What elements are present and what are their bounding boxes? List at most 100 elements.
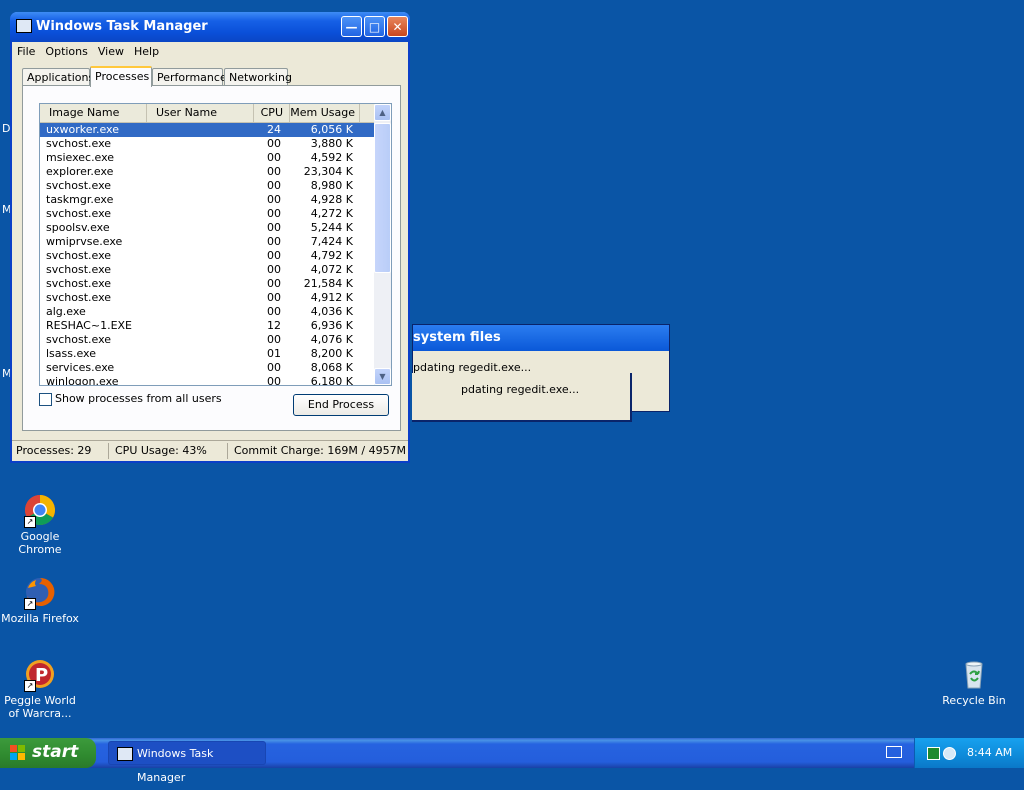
process-name: spoolsv.exe bbox=[46, 221, 110, 234]
vertical-scrollbar[interactable]: ▲ ▼ bbox=[374, 104, 391, 385]
task-manager-window: Windows Task Manager — □ ✕ File Options Vi… bbox=[10, 12, 410, 463]
process-name: svchost.exe bbox=[46, 207, 112, 220]
volume-icon[interactable] bbox=[943, 747, 956, 760]
process-name: svchost.exe bbox=[46, 179, 112, 192]
process-cpu: 00 bbox=[267, 235, 281, 248]
firefox-icon: ↗ bbox=[24, 576, 56, 610]
scroll-up-arrow-icon[interactable]: ▲ bbox=[374, 104, 391, 121]
process-mem-usage: 3,880 K bbox=[310, 137, 353, 150]
process-mem-usage: 4,076 K bbox=[310, 333, 353, 346]
process-mem-usage: 4,912 K bbox=[310, 291, 353, 304]
scroll-down-arrow-icon[interactable]: ▼ bbox=[374, 368, 391, 385]
process-cpu: 24 bbox=[267, 123, 281, 136]
taskbar: start Windows Task Manager 8:44 AM bbox=[0, 738, 1024, 784]
column-header-user-name[interactable]: User Name bbox=[147, 104, 254, 122]
checkbox-box[interactable] bbox=[39, 392, 52, 406]
desktop-icon-label-line1: Peggle World bbox=[4, 694, 76, 707]
desktop-icon-mozilla-firefox[interactable]: ↗ Mozilla Firefox bbox=[0, 576, 80, 625]
process-name: svchost.exe bbox=[46, 291, 112, 304]
process-cpu: 01 bbox=[267, 347, 281, 360]
process-name: explorer.exe bbox=[46, 165, 114, 178]
start-button[interactable]: start bbox=[0, 738, 96, 768]
clock[interactable]: 8:44 AM bbox=[967, 746, 1012, 759]
menu-options[interactable]: Options bbox=[40, 42, 92, 61]
process-row[interactable]: msiexec.exe 00 4,592 K bbox=[40, 151, 374, 165]
column-header-mem-usage[interactable]: Mem Usage bbox=[290, 104, 360, 122]
process-cpu: 00 bbox=[267, 151, 281, 164]
process-row[interactable]: svchost.exe 00 21,584 K bbox=[40, 277, 374, 291]
process-row[interactable]: svchost.exe 00 4,072 K bbox=[40, 263, 374, 277]
process-row[interactable]: winlogon.exe 00 6,180 K bbox=[40, 375, 374, 386]
process-list[interactable]: Image Name User Name CPU Mem Usage uxwor… bbox=[39, 103, 392, 386]
status-processes: Processes: 29 bbox=[16, 444, 92, 457]
end-process-button[interactable]: End Process bbox=[293, 394, 389, 416]
process-row[interactable]: lsass.exe 01 8,200 K bbox=[40, 347, 374, 361]
start-label: start bbox=[32, 742, 79, 762]
status-cpu-usage: CPU Usage: 43% bbox=[115, 444, 207, 457]
process-row[interactable]: explorer.exe 00 23,304 K bbox=[40, 165, 374, 179]
desktop-icon-label-line2: of Warcra... bbox=[8, 707, 72, 720]
process-row[interactable]: svchost.exe 00 4,792 K bbox=[40, 249, 374, 263]
column-header-cpu[interactable]: CPU bbox=[254, 104, 290, 122]
desktop-icon-peggle[interactable]: P ↗ Peggle World of Warcra... bbox=[0, 658, 80, 720]
process-mem-usage: 4,592 K bbox=[310, 151, 353, 164]
menu-bar: File Options View Help bbox=[12, 42, 408, 61]
process-row[interactable]: RESHAC~1.EXE 12 6,936 K bbox=[40, 319, 374, 333]
process-mem-usage: 4,272 K bbox=[310, 207, 353, 220]
process-name: uxworker.exe bbox=[46, 123, 119, 136]
process-row[interactable]: taskmgr.exe 00 4,928 K bbox=[40, 193, 374, 207]
process-row[interactable]: svchost.exe 00 4,076 K bbox=[40, 333, 374, 347]
task-manager-icon bbox=[16, 19, 32, 33]
process-mem-usage: 4,928 K bbox=[310, 193, 353, 206]
process-row[interactable]: wmiprvse.exe 00 7,424 K bbox=[40, 235, 374, 249]
show-all-users-checkbox[interactable]: Show processes from all users bbox=[39, 392, 222, 406]
tab-applications[interactable]: Applications bbox=[22, 68, 94, 86]
process-cpu: 00 bbox=[267, 277, 281, 290]
shortcut-arrow-icon: ↗ bbox=[24, 516, 36, 528]
desktop-icon-recycle-bin[interactable]: Recycle Bin bbox=[934, 658, 1014, 707]
tab-performance[interactable]: Performance bbox=[152, 68, 227, 86]
process-row[interactable]: svchost.exe 00 8,980 K bbox=[40, 179, 374, 193]
process-mem-usage: 8,200 K bbox=[310, 347, 353, 360]
desktop-icon-google-chrome[interactable]: ↗ Google Chrome bbox=[0, 494, 80, 556]
process-row[interactable]: uxworker.exe 24 6,056 K bbox=[40, 123, 374, 137]
process-mem-usage: 6,936 K bbox=[310, 319, 353, 332]
process-mem-usage: 8,980 K bbox=[310, 179, 353, 192]
process-cpu: 00 bbox=[267, 193, 281, 206]
chrome-icon: ↗ bbox=[24, 494, 56, 528]
process-name: winlogon.exe bbox=[46, 375, 119, 386]
close-button[interactable]: ✕ bbox=[387, 16, 408, 37]
process-row[interactable]: services.exe 00 8,068 K bbox=[40, 361, 374, 375]
process-row[interactable]: alg.exe 00 4,036 K bbox=[40, 305, 374, 319]
title-bar[interactable]: Windows Task Manager — □ ✕ bbox=[10, 12, 410, 42]
tab-networking[interactable]: Networking bbox=[224, 68, 292, 86]
system-files-dialog-message: pdating regedit.exe... bbox=[413, 361, 532, 374]
desktop-icon-label: Mozilla Firefox bbox=[1, 612, 79, 625]
minimize-button[interactable]: — bbox=[341, 16, 362, 37]
menu-file[interactable]: File bbox=[12, 42, 40, 61]
scroll-thumb[interactable] bbox=[374, 123, 391, 273]
window-title: Windows Task Manager bbox=[36, 19, 208, 34]
network-icon[interactable] bbox=[927, 747, 940, 760]
menu-view[interactable]: View bbox=[93, 42, 129, 61]
process-cpu: 00 bbox=[267, 291, 281, 304]
process-name: svchost.exe bbox=[46, 333, 112, 346]
maximize-button[interactable]: □ bbox=[364, 16, 385, 37]
process-cpu: 00 bbox=[267, 305, 281, 318]
svg-text:P: P bbox=[35, 665, 48, 686]
taskbar-item-task-manager[interactable]: Windows Task Manager bbox=[108, 741, 266, 784]
column-header-image-name[interactable]: Image Name bbox=[40, 104, 147, 122]
system-tray: 8:44 AM bbox=[914, 738, 1024, 768]
process-row[interactable]: svchost.exe 00 4,272 K bbox=[40, 207, 374, 221]
process-row[interactable]: spoolsv.exe 00 5,244 K bbox=[40, 221, 374, 235]
tab-processes[interactable]: Processes bbox=[90, 66, 152, 87]
process-row[interactable]: svchost.exe 00 4,912 K bbox=[40, 291, 374, 305]
menu-help[interactable]: Help bbox=[129, 42, 164, 61]
keyboard-icon[interactable] bbox=[886, 746, 902, 758]
status-commit-charge: Commit Charge: 169M / 4957M bbox=[234, 444, 407, 457]
process-row[interactable]: svchost.exe 00 3,880 K bbox=[40, 137, 374, 151]
status-bar: Processes: 29 CPU Usage: 43% Commit Char… bbox=[12, 440, 408, 461]
desktop-icon-label: Google Chrome bbox=[18, 530, 62, 556]
process-name: taskmgr.exe bbox=[46, 193, 114, 206]
process-mem-usage: 4,792 K bbox=[310, 249, 353, 262]
